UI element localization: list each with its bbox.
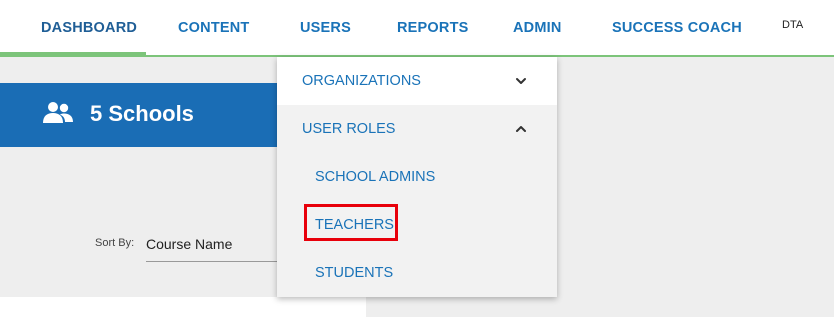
nav-users[interactable]: USERS	[300, 0, 351, 55]
menu-item-label: USER ROLES	[302, 121, 396, 137]
sort-label: Sort By:	[95, 237, 135, 249]
top-nav: DASHBOARD CONTENT USERS REPORTS ADMIN SU…	[0, 0, 834, 57]
schools-banner: 5 Schools	[0, 83, 300, 147]
nav-dashboard[interactable]: DASHBOARD	[41, 0, 137, 55]
teachers-highlight-box	[304, 204, 398, 241]
active-tab-indicator	[0, 52, 146, 56]
app-page: DASHBOARD CONTENT USERS REPORTS ADMIN SU…	[0, 0, 834, 317]
menu-item-school-admins[interactable]: SCHOOL ADMINS	[277, 153, 557, 201]
users-dropdown: ORGANIZATIONS USER ROLES SCHOOL ADMINS T…	[277, 57, 557, 297]
chevron-up-icon	[516, 126, 526, 132]
chevron-down-icon	[516, 78, 526, 84]
nav-reports[interactable]: REPORTS	[397, 0, 469, 55]
users-icon	[43, 102, 73, 123]
menu-item-label: STUDENTS	[315, 265, 394, 281]
nav-success-coach[interactable]: SUCCESS COACH	[612, 0, 742, 55]
menu-item-user-roles[interactable]: USER ROLES	[277, 105, 557, 153]
menu-item-organizations[interactable]: ORGANIZATIONS	[277, 57, 557, 105]
user-menu[interactable]: DTA	[782, 19, 803, 31]
nav-content[interactable]: CONTENT	[178, 0, 249, 55]
sort-select[interactable]: Course Name	[146, 232, 286, 262]
content-panel	[0, 297, 366, 317]
nav-admin[interactable]: ADMIN	[513, 0, 562, 55]
banner-title: 5 Schools	[90, 101, 194, 126]
menu-item-label: SCHOOL ADMINS	[315, 169, 436, 185]
menu-item-label: ORGANIZATIONS	[302, 73, 421, 89]
menu-item-students[interactable]: STUDENTS	[277, 249, 557, 297]
